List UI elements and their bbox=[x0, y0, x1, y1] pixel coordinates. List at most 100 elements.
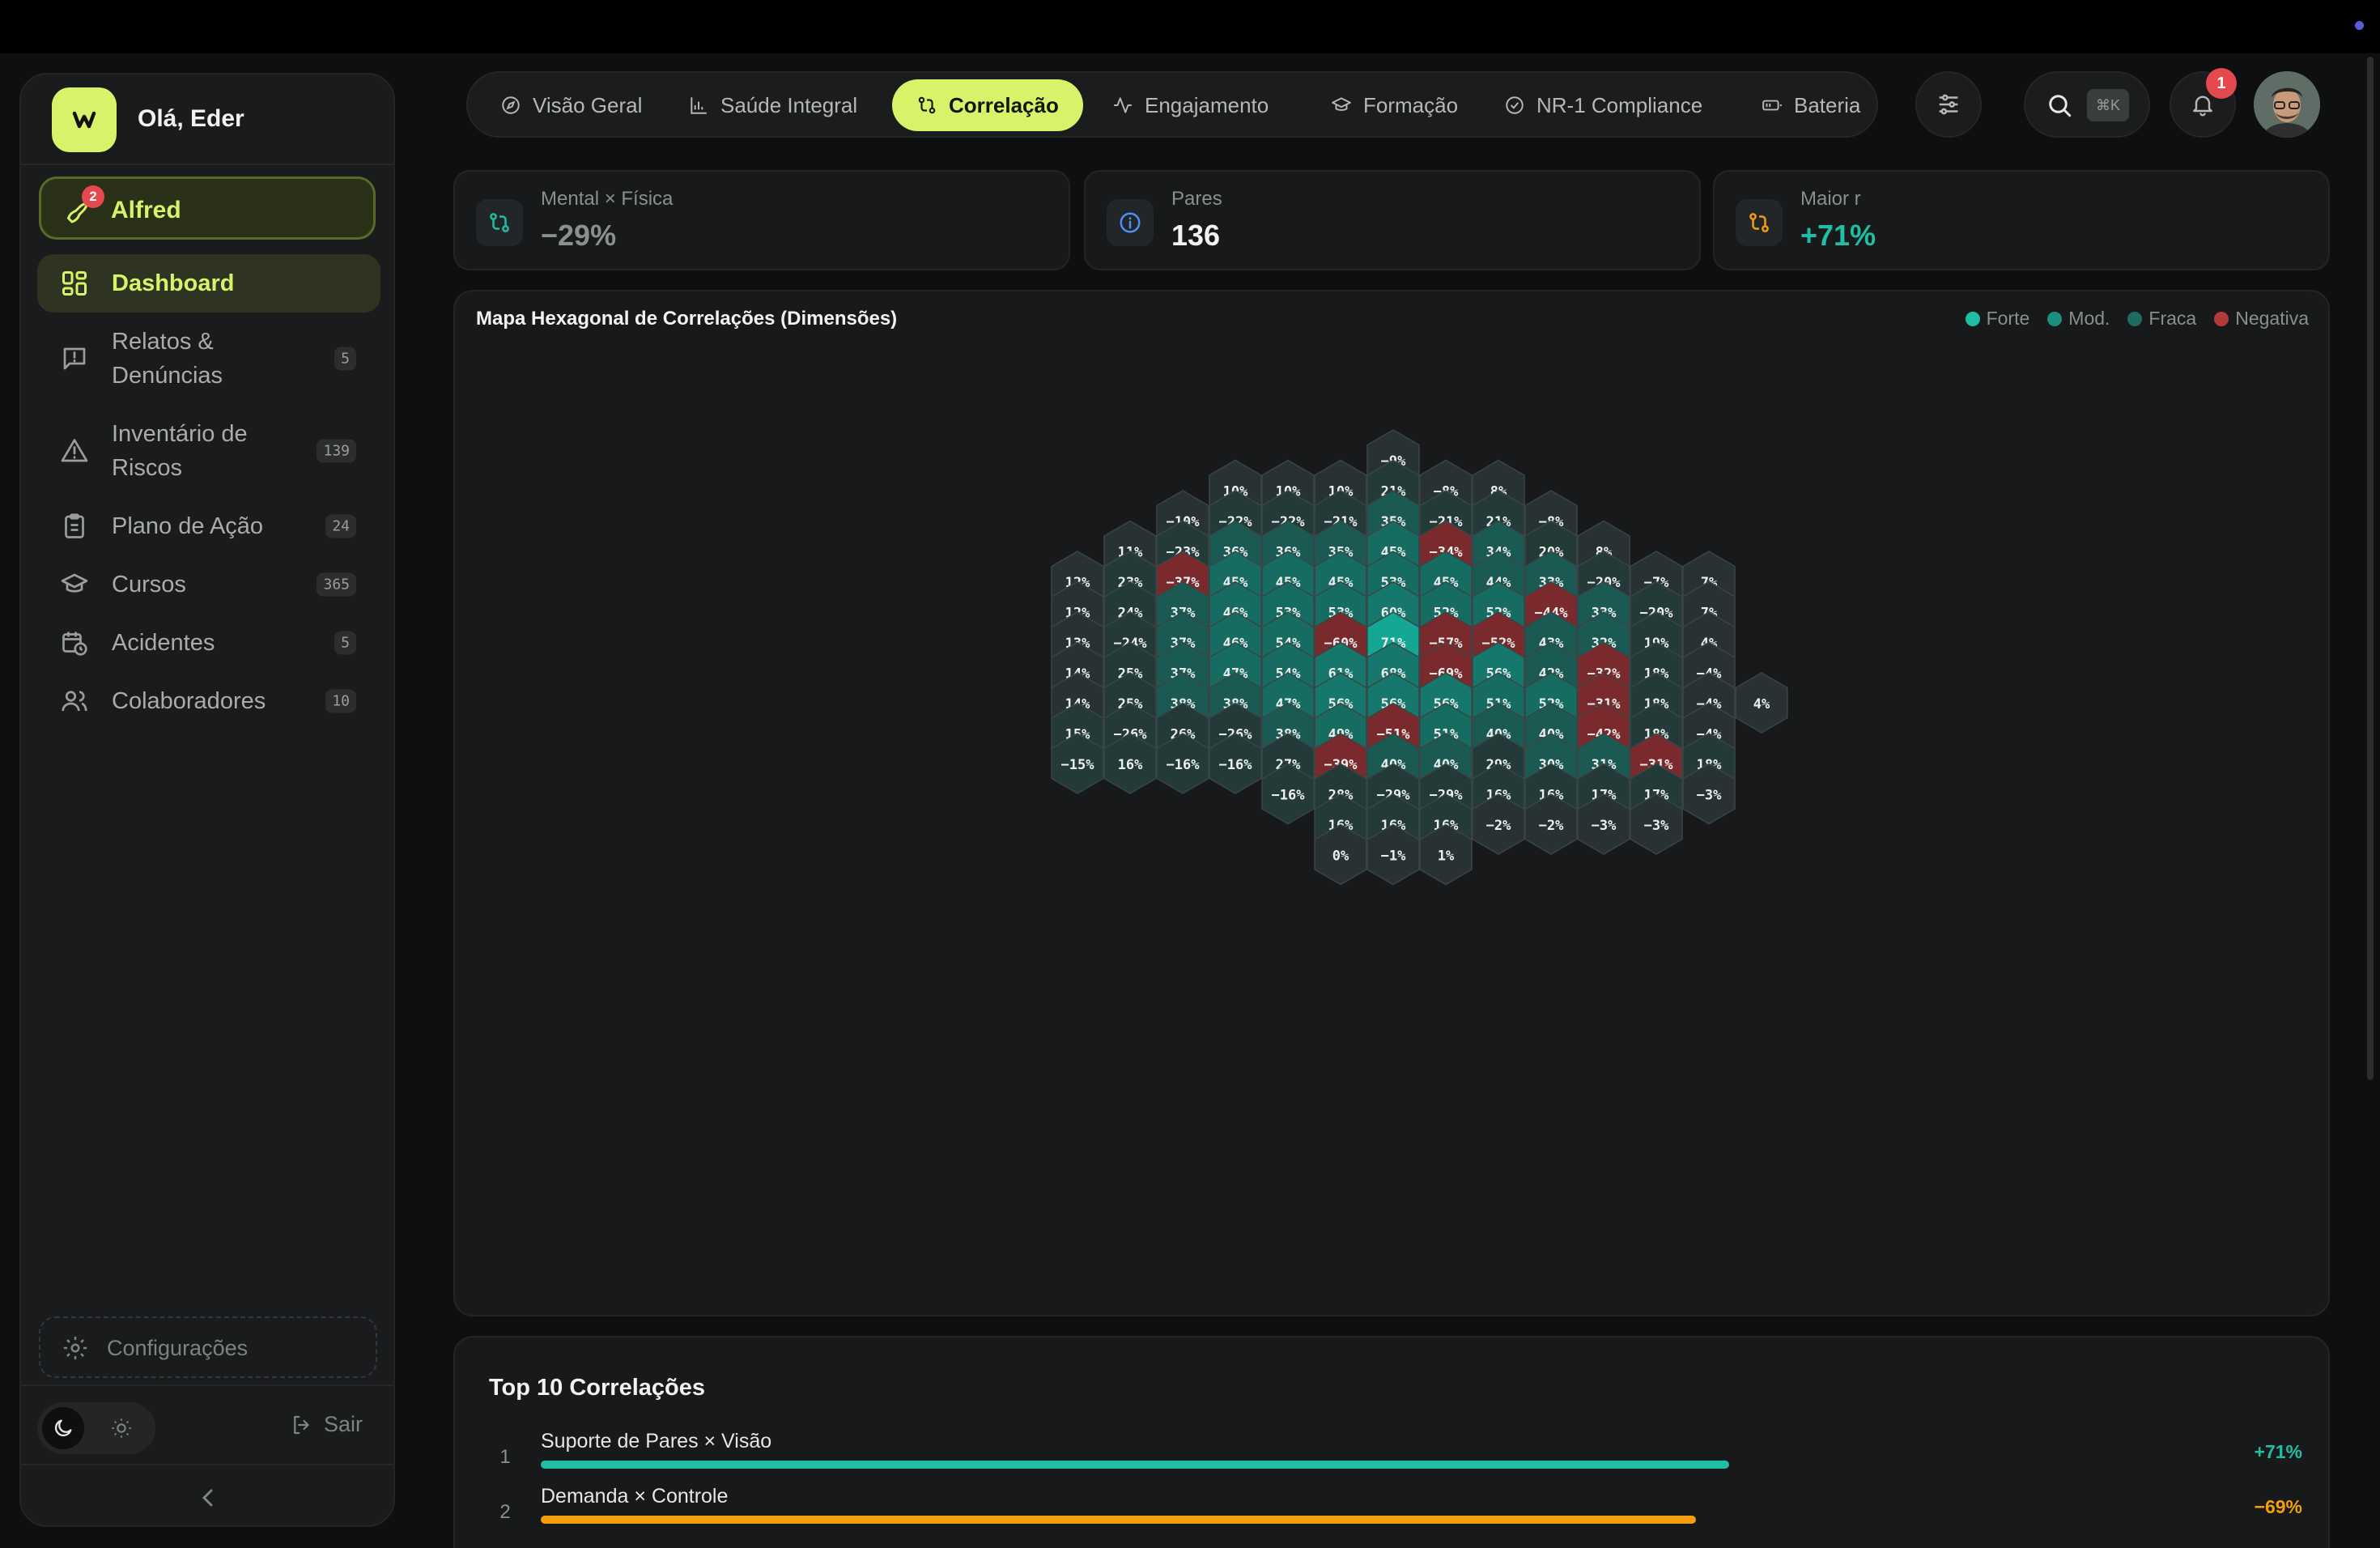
sidebar-item-cursos[interactable]: Cursos 365 bbox=[37, 555, 380, 614]
users-icon bbox=[62, 691, 87, 712]
sidebar-item-label: Plano de Ação bbox=[112, 513, 264, 539]
dashboard-icon bbox=[62, 271, 87, 296]
sidebar: Olá, Eder 2 Alfred Dashboard Relatos & D… bbox=[19, 73, 395, 1527]
logout-button[interactable]: Sair bbox=[290, 1412, 363, 1437]
sidebar-item-count: 139 bbox=[317, 439, 356, 463]
stat-icon-box bbox=[1736, 199, 1783, 246]
sidebar-item-count: 5 bbox=[334, 631, 356, 655]
sidebar-item-plano[interactable]: Plano de Ação 24 bbox=[37, 497, 380, 555]
logout-label: Sair bbox=[323, 1412, 363, 1436]
compass-icon bbox=[502, 96, 520, 114]
graduation-cap-icon bbox=[1332, 97, 1351, 111]
sidebar-item-label: Inventário de Riscos bbox=[112, 421, 248, 481]
stat-card-maior-r: Maior r +71% bbox=[1713, 170, 2330, 270]
logout-icon bbox=[294, 1415, 309, 1434]
stat-card-pares: Pares 136 bbox=[1084, 170, 1701, 270]
dashboard-tabs: Visão Geral Saúde Integral Correlação En… bbox=[466, 71, 1878, 138]
hex-label: 4% bbox=[1753, 696, 1770, 712]
sun-icon bbox=[112, 1418, 131, 1438]
tab-label: Engajamento bbox=[1145, 92, 1269, 117]
hex-label: −15% bbox=[1061, 757, 1095, 773]
tab-label: Saúde Integral bbox=[720, 92, 858, 117]
user-avatar[interactable] bbox=[2254, 71, 2320, 138]
hex-label: −3% bbox=[1697, 788, 1722, 804]
sidebar-item-dashboard[interactable]: Dashboard bbox=[37, 254, 380, 313]
stat-title: Maior r bbox=[1800, 188, 1861, 210]
tab-saude-integral[interactable]: Saúde Integral bbox=[664, 79, 882, 131]
chevron-left-icon[interactable] bbox=[194, 1483, 223, 1512]
hex-label: −16% bbox=[1167, 757, 1201, 773]
hex-label: −3% bbox=[1592, 818, 1617, 834]
top10-row[interactable]: 2 Demanda × Controle −69% bbox=[489, 1485, 2302, 1533]
keyboard-shortcut: ⌘K bbox=[2087, 89, 2129, 121]
alfred-label: Alfred bbox=[111, 197, 181, 223]
search-button[interactable]: ⌘K bbox=[2024, 71, 2150, 138]
rank-bar bbox=[541, 1461, 1730, 1469]
stat-title: Mental × Física bbox=[541, 188, 674, 210]
tab-label: Correlação bbox=[949, 92, 1059, 117]
rank-bar bbox=[541, 1516, 1696, 1524]
page-scrollbar[interactable] bbox=[2367, 57, 2374, 1080]
settings-button[interactable]: Configurações bbox=[39, 1316, 377, 1378]
hexmap-grid: 12%12%13%14%14%15%−15%11%23%24%−24%25%25… bbox=[1051, 429, 1788, 886]
stat-title: Pares bbox=[1171, 188, 1222, 210]
tab-formacao[interactable]: Formação bbox=[1307, 79, 1482, 131]
rank-value: +71% bbox=[2254, 1441, 2302, 1462]
sidebar-item-count: 10 bbox=[325, 689, 356, 713]
notifications-badge: 1 bbox=[2206, 68, 2237, 99]
warning-icon bbox=[61, 439, 88, 462]
hex-label: 1% bbox=[1438, 848, 1455, 865]
graduation-cap-icon bbox=[61, 573, 88, 593]
hex-label: −2% bbox=[1486, 818, 1511, 834]
status-dot bbox=[2355, 21, 2364, 30]
clipboard-icon bbox=[65, 513, 84, 538]
git-compare-icon bbox=[1749, 213, 1769, 232]
hex-label: −3% bbox=[1644, 818, 1669, 834]
git-compare-icon bbox=[918, 96, 936, 114]
tab-bateria[interactable]: Bateria bbox=[1737, 79, 1885, 131]
tab-visao-geral[interactable]: Visão Geral bbox=[476, 79, 666, 131]
activity-icon bbox=[1114, 97, 1132, 113]
alfred-button[interactable]: 2 Alfred bbox=[39, 176, 376, 240]
sidebar-item-label: Acidentes bbox=[112, 630, 215, 656]
top10-row[interactable]: 1 Suporte de Pares × Visão +71% bbox=[489, 1430, 2302, 1478]
dark-mode-button[interactable] bbox=[42, 1407, 84, 1449]
sidebar-item-label: Cursos bbox=[112, 572, 186, 598]
hex-label: −16% bbox=[1219, 757, 1253, 773]
moon-icon bbox=[54, 1419, 72, 1437]
app-logo[interactable] bbox=[52, 87, 117, 152]
sidebar-item-colaboradores[interactable]: Colaboradores 10 bbox=[37, 672, 380, 730]
filters-button[interactable] bbox=[1915, 71, 1982, 138]
settings-label: Configurações bbox=[107, 1336, 249, 1360]
sliders-icon bbox=[1939, 94, 1958, 115]
stat-icon-box bbox=[476, 199, 523, 246]
check-circle-icon bbox=[1506, 96, 1524, 114]
theme-toggle[interactable] bbox=[37, 1402, 155, 1454]
sidebar-item-count: 24 bbox=[325, 514, 356, 538]
sidebar-item-inventario[interactable]: Inventário de Riscos 139 bbox=[37, 405, 380, 497]
hex-label: 0% bbox=[1332, 848, 1349, 865]
sidebar-item-label: Dashboard bbox=[112, 270, 235, 296]
sidebar-item-label: Colaboradores bbox=[112, 688, 266, 714]
tab-engajamento[interactable]: Engajamento bbox=[1088, 79, 1293, 131]
rank-number: 2 bbox=[499, 1501, 511, 1523]
hex-label: −16% bbox=[1272, 788, 1306, 804]
sidebar-item-relatos[interactable]: Relatos & Denúncias 5 bbox=[37, 313, 380, 405]
sidebar-item-acidentes[interactable]: Acidentes 5 bbox=[37, 614, 380, 672]
divider bbox=[21, 1384, 393, 1386]
battery-icon bbox=[1762, 100, 1782, 111]
top10-card: Top 10 Correlações 1 Suporte de Pares × … bbox=[453, 1336, 2330, 1548]
stat-card-mental-fisica: Mental × Física −29% bbox=[453, 170, 1070, 270]
sidebar-nav: Dashboard Relatos & Denúncias 5 Inventár… bbox=[37, 254, 380, 730]
sidebar-item-count: 365 bbox=[317, 572, 356, 597]
tab-label: Visão Geral bbox=[533, 92, 643, 117]
stat-value: −29% bbox=[541, 219, 617, 252]
hex-cell[interactable]: 4% bbox=[1735, 672, 1788, 734]
w-logo-icon bbox=[72, 111, 96, 129]
stat-value: +71% bbox=[1800, 219, 1876, 252]
tab-correlacao[interactable]: Correlação bbox=[892, 79, 1083, 131]
hex-label: 16% bbox=[1118, 757, 1143, 773]
tab-nr1-compliance[interactable]: NR-1 Compliance bbox=[1480, 79, 1727, 131]
window-top-bar bbox=[0, 0, 2380, 53]
light-mode-button[interactable] bbox=[105, 1412, 138, 1444]
